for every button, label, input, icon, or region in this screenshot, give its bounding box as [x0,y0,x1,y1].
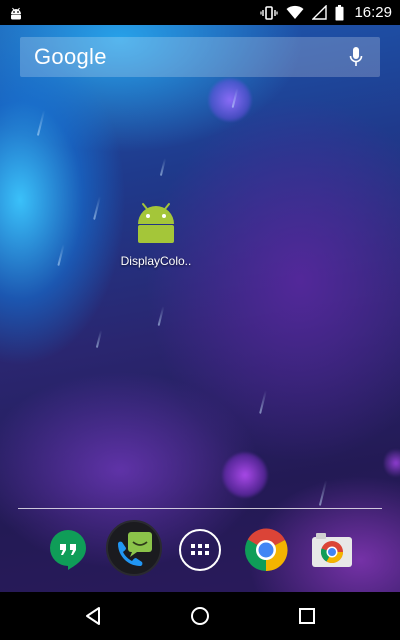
home-screen: 16:29 Google DisplayColo.. [0,0,400,640]
home-icon[interactable] [176,592,224,640]
battery-icon [335,4,344,21]
wallpaper-orb [222,452,268,498]
android-debug-icon [8,5,24,21]
vibrate-icon [260,5,279,21]
wallpaper-streak [318,480,328,506]
wallpaper-streak [159,158,167,176]
wallpaper-streak [259,390,267,414]
wallpaper-streak [93,196,101,220]
wallpaper-orb [208,78,252,122]
mic-icon[interactable] [346,45,366,69]
app-drawer-icon[interactable] [178,528,222,572]
wallpaper-orb [384,448,400,478]
hotseat-divider [18,508,382,509]
camera-icon[interactable] [310,528,354,572]
status-bar: 16:29 [0,0,400,25]
google-logo: Google [34,44,107,69]
signal-icon [312,5,328,20]
back-icon[interactable] [69,592,117,640]
wallpaper-streak [157,306,165,326]
app-label: DisplayColo.. [120,254,192,268]
wallpaper-streak [57,244,65,266]
google-search-bar[interactable]: Google [20,37,380,77]
android-robot-icon [134,202,178,246]
wallpaper-streak [95,330,103,348]
wallpaper-streak [36,110,46,136]
wifi-icon [286,5,304,20]
status-time: 16:29 [354,4,392,21]
wallpaper [0,0,400,592]
recents-icon[interactable] [283,592,331,640]
app-shortcut-displaycolor[interactable]: DisplayColo.. [108,202,204,268]
chrome-icon[interactable] [244,528,288,572]
messenger-icon[interactable] [106,520,162,576]
navigation-bar [0,592,400,640]
hangouts-icon[interactable] [46,528,90,572]
